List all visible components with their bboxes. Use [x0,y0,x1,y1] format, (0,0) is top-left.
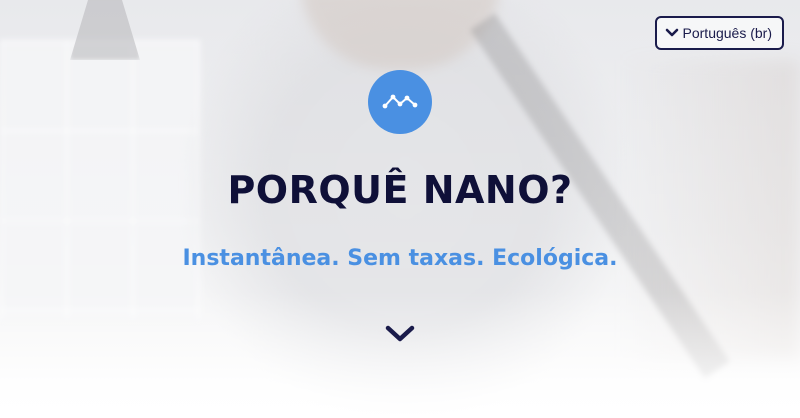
page-title: PORQUÊ NANO? [227,168,573,212]
page-subtitle: Instantânea. Sem taxas. Ecológica. [182,246,618,271]
language-selector-label: Português (br) [682,25,772,41]
chevron-down-icon [665,28,679,38]
chevron-down-icon [384,324,416,349]
language-selector-button[interactable]: Português (br) [654,16,784,50]
nano-logo-icon [368,70,432,134]
scroll-down-button[interactable] [384,322,416,350]
